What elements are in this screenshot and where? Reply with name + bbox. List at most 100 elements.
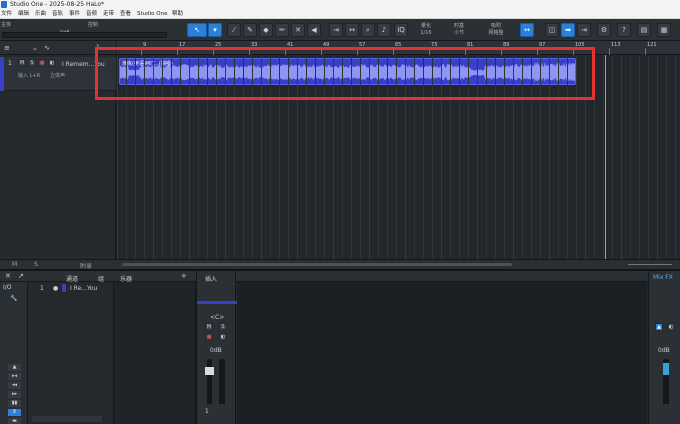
arrange-footer: M S 附录: [0, 259, 680, 270]
side-button-2[interactable]: ▸◂: [8, 373, 21, 380]
fader-handle[interactable]: [205, 367, 214, 375]
track-mute-button[interactable]: M: [18, 59, 26, 67]
draw-tool-button[interactable]: ✏: [275, 23, 289, 37]
timebase-label: 时基: [453, 23, 464, 29]
grid-line: [648, 55, 649, 269]
menu-file[interactable]: 文件: [1, 10, 12, 19]
loop-button[interactable]: ◫: [545, 23, 559, 37]
expand-icon[interactable]: ↗: [18, 272, 24, 280]
list-scrollbar[interactable]: [32, 416, 102, 422]
side-button-4[interactable]: ▸▸: [8, 391, 21, 398]
main-solo-button[interactable]: ◐: [667, 323, 675, 331]
side-button-1[interactable]: ▲: [8, 364, 21, 371]
timebase-value[interactable]: 小节: [447, 30, 471, 36]
main-strip: Mix FX ▲ ◐ 0dB: [648, 271, 680, 424]
mixer-sidebar: I/O 🔧 ▲ ▸◂ ◂◂ ▸▸ ▮▮ ⦀ ▬: [0, 282, 28, 424]
grid-line: [630, 55, 631, 269]
side-button-7[interactable]: ▬: [8, 418, 21, 424]
channel-list-item[interactable]: 1 ● I Re...You: [28, 284, 114, 292]
grid-line: [666, 55, 667, 269]
wrench-icon[interactable]: 🔧: [10, 295, 17, 302]
title-bar: Studio One - 2025-08-25 HaLo*: [0, 0, 680, 10]
track-output[interactable]: 立体声: [50, 72, 65, 79]
channel-name: I Re...You: [70, 285, 98, 292]
split-tool-button[interactable]: ✎: [243, 23, 257, 37]
arrow-tool-button[interactable]: ↖: [187, 23, 207, 37]
menu-song[interactable]: 乐曲: [35, 10, 46, 19]
menu-edit[interactable]: 编辑: [18, 10, 29, 19]
close-icon[interactable]: ✕: [5, 272, 11, 280]
menu-view[interactable]: 查看: [120, 10, 131, 19]
strip-gain: 0dB: [210, 347, 222, 354]
insert-label[interactable]: 插入: [205, 274, 217, 283]
instrument-list: [114, 282, 196, 424]
mute-tool-button[interactable]: ✕: [291, 23, 305, 37]
horizontal-scrollbar[interactable]: [122, 263, 512, 266]
follow-button[interactable]: ➡: [561, 23, 575, 37]
side-button-3[interactable]: ◂◂: [8, 382, 21, 389]
io-label[interactable]: I/O: [3, 284, 12, 291]
menu-event[interactable]: 事件: [69, 10, 80, 19]
preset-label: 主体: [1, 22, 12, 28]
fader-track[interactable]: [207, 359, 212, 404]
stretch-tool-button[interactable]: ↔: [345, 23, 359, 37]
media-icon[interactable]: ▤: [637, 23, 651, 37]
tool-dropdown-button[interactable]: ▾: [208, 23, 222, 37]
menu-studio-one[interactable]: Studio One: [137, 10, 167, 19]
grid-line: [675, 55, 676, 269]
mix-fx-label[interactable]: Mix FX: [653, 274, 673, 281]
automation-icon[interactable]: ∿: [44, 44, 50, 52]
main-mute-button[interactable]: ▲: [655, 323, 663, 331]
strip-solo-button[interactable]: S: [219, 323, 227, 331]
pan-value[interactable]: <C>: [210, 314, 224, 321]
help-button[interactable]: ?: [617, 23, 631, 37]
quantize-value[interactable]: 1/16: [415, 30, 437, 36]
iq-button[interactable]: IQ: [394, 23, 408, 37]
zoom-tool-button[interactable]: ⌕: [361, 23, 375, 37]
track-color-strip: [0, 57, 4, 91]
strip-number: 1: [205, 408, 209, 415]
footer-mute[interactable]: M: [12, 261, 17, 268]
strip-monitor-button[interactable]: ◐: [219, 333, 227, 341]
range-tool-button[interactable]: ⁄: [227, 23, 241, 37]
menu-help[interactable]: 帮助: [172, 10, 183, 19]
main-gain: 0dB: [658, 347, 670, 354]
menu-audio[interactable]: 音频: [86, 10, 97, 19]
visible-icon[interactable]: ●: [53, 285, 58, 292]
strip-record-button[interactable]: ●: [205, 333, 213, 341]
side-button-5[interactable]: ▮▮: [8, 400, 21, 407]
monitor-button[interactable]: ◐: [48, 59, 56, 67]
channel-selector[interactable]: [2, 32, 167, 38]
footer-solo[interactable]: S: [34, 261, 38, 268]
level-meter: [219, 359, 225, 404]
snap-toggle-button[interactable]: ↔: [520, 23, 534, 37]
track-input[interactable]: 输入 L+R: [18, 72, 40, 79]
highlight-box: [95, 47, 595, 100]
toolbar: 主体 控制 0dB ↖ ▾ ⁄ ✎ ◆ ✏ ✕ ◀ ⇥ ↔ ⌕ ♪ IQ 量化 …: [0, 19, 680, 41]
studio-one-logo-icon: [1, 1, 7, 8]
menu-track[interactable]: 音轨: [52, 10, 63, 19]
snap-label: 吸附: [490, 23, 501, 29]
menu-transport[interactable]: 走带: [103, 10, 114, 19]
eraser-tool-button[interactable]: ◆: [259, 23, 273, 37]
list-icon[interactable]: ≡: [4, 44, 10, 52]
strip-mute-button[interactable]: M: [205, 323, 213, 331]
add-icon[interactable]: +: [181, 272, 187, 280]
ruler-tick: [645, 48, 646, 55]
tools-icon[interactable]: ⌄: [32, 44, 38, 52]
autoscroll-button[interactable]: ⇥: [577, 23, 591, 37]
grid-line: [639, 55, 640, 269]
panel-icon[interactable]: ▦: [657, 23, 671, 37]
record-arm-button[interactable]: ●: [38, 59, 46, 67]
track-solo-button[interactable]: S: [28, 59, 36, 67]
snap-value[interactable]: 网格整: [484, 30, 508, 36]
speaker-tool-button[interactable]: ◀: [307, 23, 321, 37]
settings-icon[interactable]: ⚙: [597, 23, 611, 37]
window-title: Studio One - 2025-08-25 HaLo*: [10, 1, 105, 8]
zoom-slider[interactable]: [628, 264, 672, 265]
bend-tool-button[interactable]: ⇥: [329, 23, 343, 37]
song-end-marker[interactable]: [605, 55, 606, 269]
strip-color: [197, 301, 237, 304]
side-button-6[interactable]: ⦀: [8, 409, 21, 416]
listen-tool-button[interactable]: ♪: [377, 23, 391, 37]
